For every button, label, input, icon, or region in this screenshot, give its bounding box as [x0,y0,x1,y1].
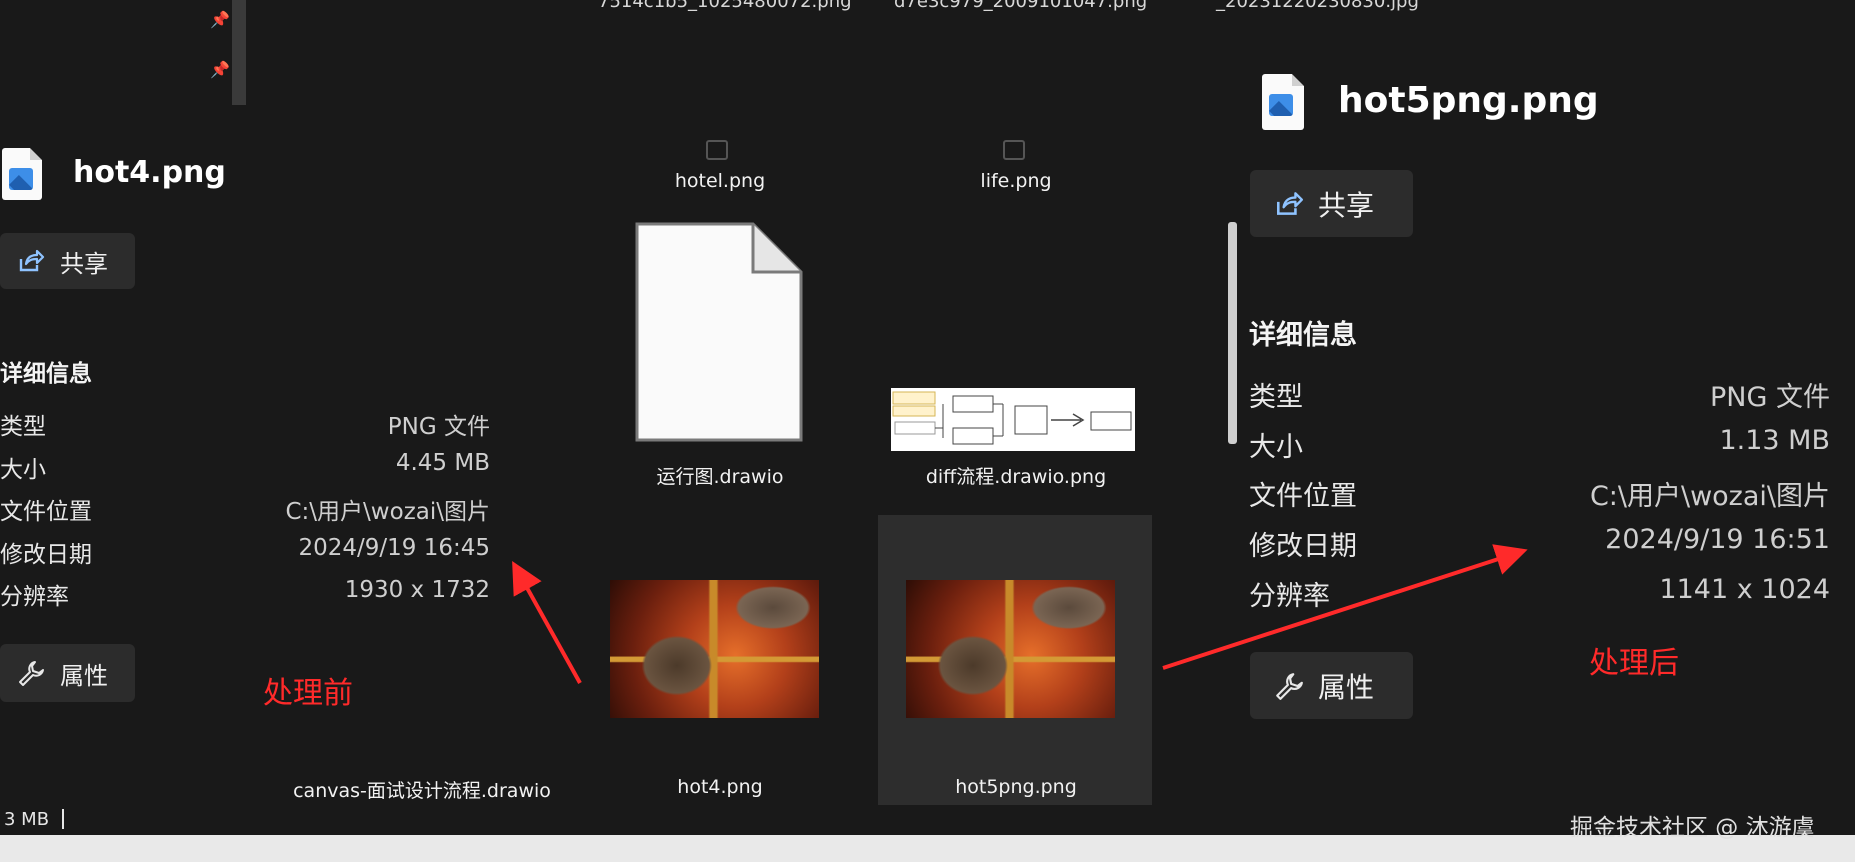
annotation-arrow [512,561,582,684]
status-bar: 3 MB [0,805,1240,835]
annotation-arrows [512,544,1528,684]
status-size: 3 MB [4,809,50,830]
annotation-arrow [1162,544,1528,670]
status-divider [62,809,64,829]
watermark: 掘金技术社区 @ 沐游虞 [1570,815,1815,841]
